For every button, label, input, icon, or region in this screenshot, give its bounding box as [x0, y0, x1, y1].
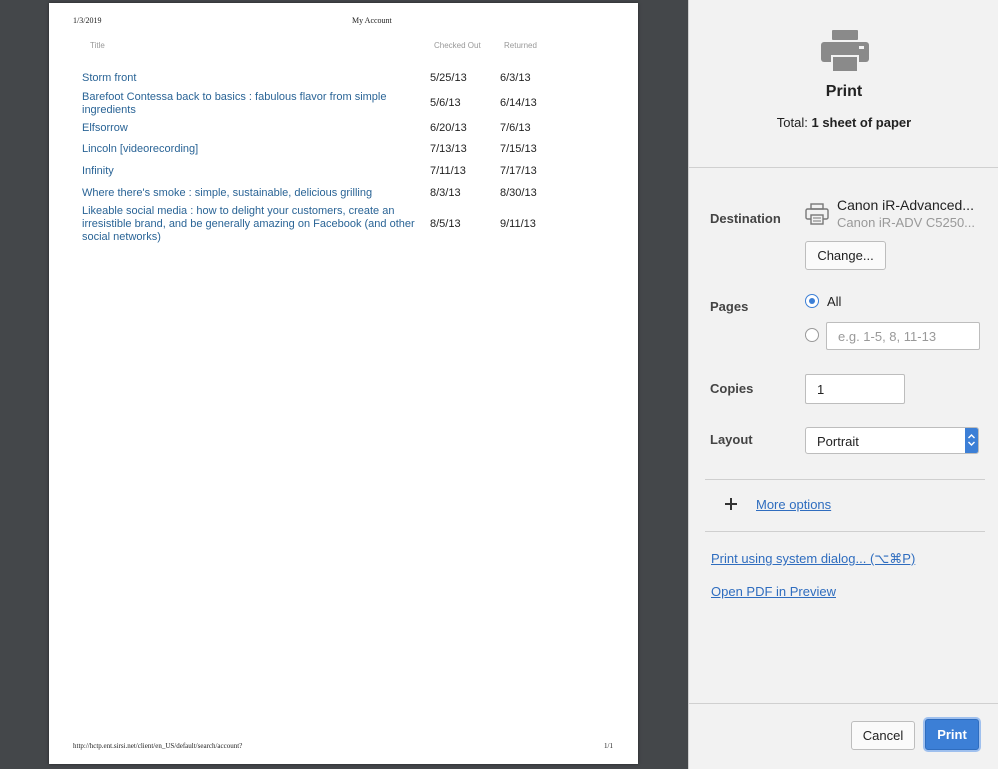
item-title-link[interactable]: Barefoot Contessa back to basics : fabul… [82, 91, 417, 117]
more-options-link[interactable]: More options [756, 497, 831, 512]
pages-all-radio[interactable] [805, 294, 819, 308]
page-footer-url: http://hctp.ent.sirsi.net/client/en_US/d… [73, 742, 243, 750]
chevron-down-icon[interactable] [965, 428, 978, 453]
plus-icon[interactable] [725, 498, 737, 510]
pages-label: Pages [710, 299, 749, 314]
checked-out-date: 7/13/13 [430, 143, 467, 155]
item-title-link[interactable]: Infinity [82, 165, 417, 178]
print-title: Print [825, 83, 863, 100]
print-preview-area: 1/3/2019 My Account Title Checked Out Re… [0, 0, 688, 769]
printer-icon [821, 30, 869, 72]
total-prefix: Total: [776, 115, 812, 130]
cancel-button[interactable]: Cancel [851, 721, 915, 750]
layout-label: Layout [710, 432, 753, 447]
item-title-link[interactable]: Elfsorrow [82, 122, 417, 135]
item-title-link[interactable]: Lincoln [videorecording] [82, 143, 417, 156]
system-dialog-link[interactable]: Print using system dialog... (⌥⌘P) [711, 551, 915, 567]
column-header-checked-out: Checked Out [434, 41, 481, 50]
change-destination-button[interactable]: Change... [805, 241, 886, 270]
divider [705, 479, 985, 480]
divider [705, 531, 985, 532]
returned-date: 8/30/13 [500, 187, 537, 199]
destination-label: Destination [710, 211, 781, 226]
destination-name: Canon iR-Advanced... [837, 197, 974, 213]
layout-select[interactable]: Portrait [805, 427, 979, 454]
returned-date: 7/6/13 [500, 122, 531, 134]
page-header-title: My Account [352, 16, 392, 25]
pages-range-input[interactable] [826, 322, 980, 350]
checked-out-date: 8/5/13 [430, 218, 461, 230]
returned-date: 6/14/13 [500, 97, 537, 109]
returned-date: 7/17/13 [500, 165, 537, 177]
pages-all-label[interactable]: All [827, 294, 841, 309]
checked-out-date: 5/6/13 [430, 97, 461, 109]
item-title-link[interactable]: Likeable social media : how to delight y… [82, 205, 417, 244]
checked-out-date: 5/25/13 [430, 72, 467, 84]
sidebar-header: Print Total: 1 sheet of paper [689, 0, 998, 168]
checked-out-date: 8/3/13 [430, 187, 461, 199]
page-footer-number: 1/1 [604, 742, 613, 750]
total-summary: Total: 1 sheet of paper [689, 115, 998, 130]
printer-icon [805, 203, 829, 225]
pages-custom-radio[interactable] [805, 328, 819, 342]
print-settings-sidebar: Print Total: 1 sheet of paper Destinatio… [688, 0, 998, 769]
column-header-returned: Returned [504, 41, 537, 50]
returned-date: 9/11/13 [500, 218, 536, 230]
layout-select-value: Portrait [817, 434, 859, 449]
page-header-date: 1/3/2019 [73, 16, 102, 25]
returned-date: 7/15/13 [500, 143, 537, 155]
preview-page: 1/3/2019 My Account Title Checked Out Re… [49, 3, 638, 764]
open-pdf-link[interactable]: Open PDF in Preview [711, 584, 836, 599]
checked-out-date: 7/11/13 [430, 165, 466, 177]
returned-date: 6/3/13 [500, 72, 531, 84]
column-header-title: Title [90, 41, 105, 50]
copies-input[interactable] [805, 374, 905, 404]
destination-model: Canon iR-ADV C5250... [837, 215, 976, 230]
item-title-link[interactable]: Storm front [82, 72, 417, 85]
print-button[interactable]: Print [925, 719, 979, 750]
checked-out-date: 6/20/13 [430, 122, 467, 134]
total-value: 1 sheet of paper [811, 115, 912, 130]
item-title-link[interactable]: Where there's smoke : simple, sustainabl… [82, 187, 417, 200]
copies-label: Copies [710, 381, 754, 396]
